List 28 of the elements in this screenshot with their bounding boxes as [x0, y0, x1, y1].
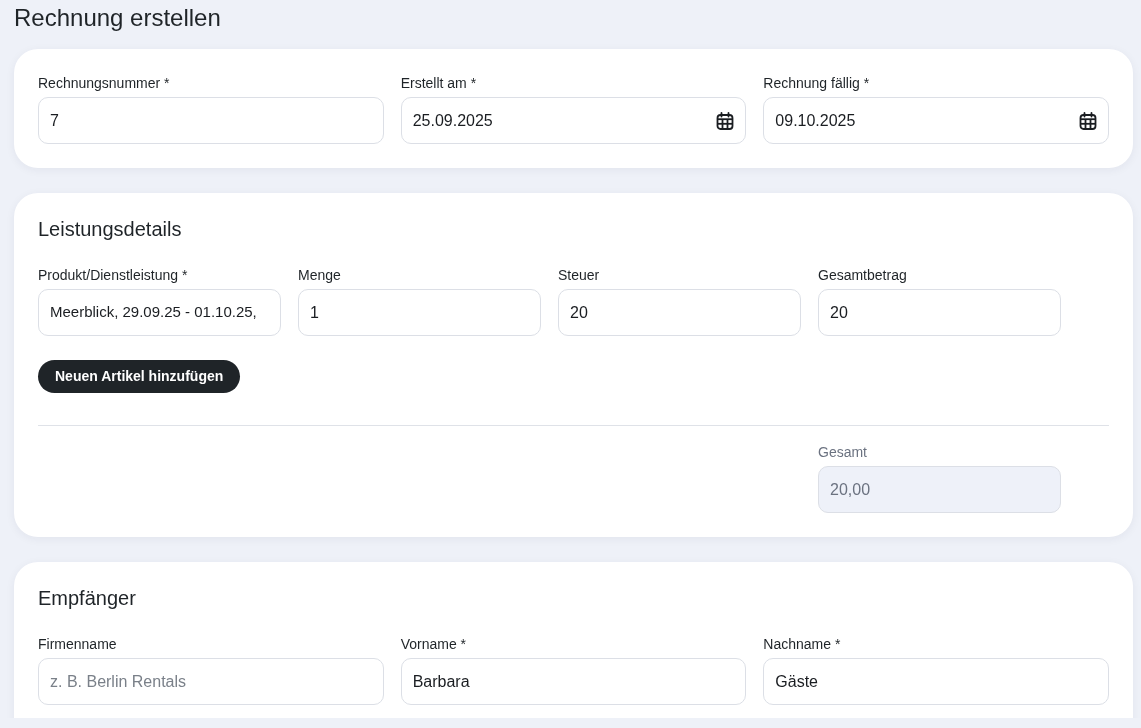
input-field[interactable]: 20 [558, 289, 801, 336]
calendar-icon[interactable] [716, 111, 735, 130]
input-field[interactable]: 25.09.2025 [400, 97, 747, 144]
add-item-button[interactable]: Neuen Artikel hinzufügen [38, 360, 241, 393]
field-label: Menge [298, 266, 342, 285]
field-label: Rechnung fällig * [763, 74, 871, 93]
input-field[interactable]: Meerblick, 29.09.25 - 01.10.25, [38, 289, 281, 336]
input-field[interactable]: z. B. Berlin Rentals [38, 658, 384, 705]
field-label: Produkt/Dienstleistung * [38, 266, 189, 285]
input-field[interactable]: 09.10.2025 [763, 97, 1109, 144]
page-title: Rechnung erstellen [14, 3, 221, 33]
field-label: Vorname * [400, 635, 468, 654]
section-heading: Leistungsdetails [38, 217, 182, 242]
field-label: Steuer [558, 266, 601, 285]
input-field[interactable]: Barbara [400, 658, 747, 705]
input-field[interactable]: 20 [818, 289, 1061, 336]
field-label: Firmenname [38, 635, 118, 654]
input-field: 20,00 [818, 466, 1061, 513]
field-label: Erstellt am * [400, 74, 478, 93]
field-label: Gesamtbetrag [818, 266, 908, 285]
input-field[interactable]: 1 [298, 289, 541, 336]
input-field[interactable]: 7 [38, 97, 384, 144]
input-field[interactable]: Gäste [763, 658, 1109, 705]
field-label: Nachname * [763, 635, 842, 654]
field-label: Rechnungsnummer * [38, 74, 171, 93]
section-heading: Empfänger [38, 586, 136, 611]
calendar-icon[interactable] [1079, 111, 1097, 130]
field-label: Gesamt [818, 443, 868, 462]
